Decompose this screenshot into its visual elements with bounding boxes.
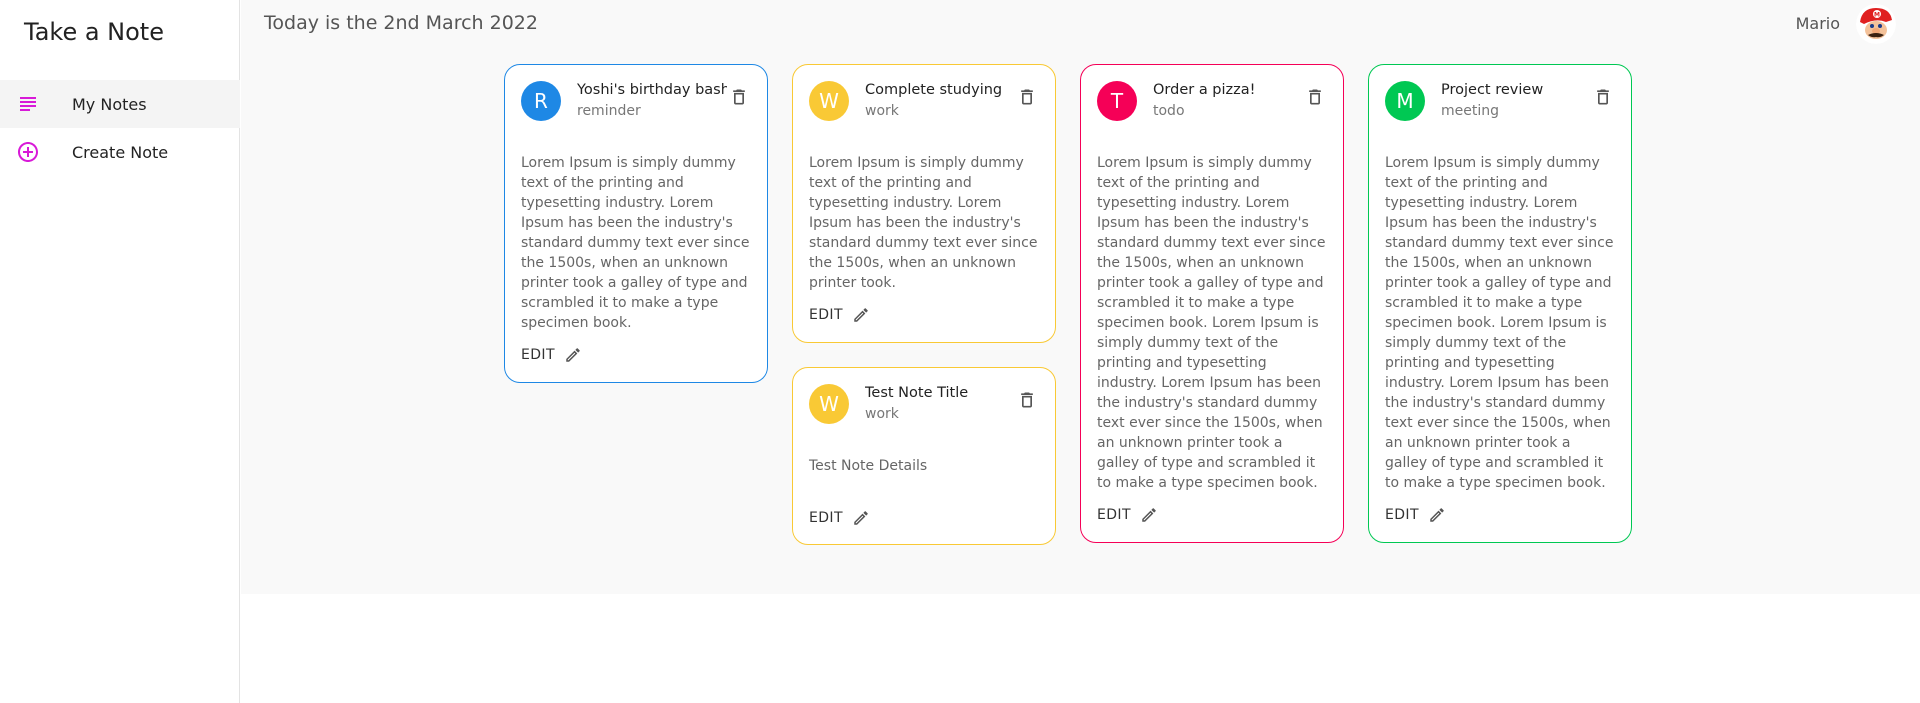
app-title: Take a Note: [24, 18, 164, 46]
note-card: M Project review meeting Lorem Ipsum is …: [1368, 64, 1632, 543]
sidebar-item-label: My Notes: [72, 94, 147, 114]
trash-icon: [1597, 89, 1609, 105]
delete-button[interactable]: [1591, 85, 1615, 109]
edit-label: EDIT: [1097, 507, 1131, 523]
trash-icon: [1021, 392, 1033, 408]
note-title: Complete studying: [865, 82, 1003, 98]
note-title: Yoshi's birthday bash: [577, 82, 727, 98]
edit-label: EDIT: [521, 347, 555, 363]
svg-text:M: M: [1874, 12, 1880, 19]
avatar[interactable]: M: [1856, 4, 1896, 44]
note-category: work: [865, 103, 899, 119]
edit-button[interactable]: EDIT: [1385, 503, 1447, 527]
edit-button[interactable]: EDIT: [1097, 503, 1159, 527]
sidebar: Take a Note My Notes Create Note: [0, 0, 240, 703]
username: Mario: [1795, 14, 1840, 33]
note-details: Lorem Ipsum is simply dummy text of the …: [1097, 155, 1326, 491]
note-avatar: W: [809, 81, 849, 121]
note-details: Test Note Details: [809, 458, 928, 474]
note-avatar: M: [1385, 81, 1425, 121]
note-avatar: T: [1097, 81, 1137, 121]
edit-button[interactable]: EDIT: [809, 303, 871, 327]
pencil-icon: [563, 345, 583, 365]
note-card: R Yoshi's birthday bash reminder Lorem I…: [504, 64, 768, 383]
note-card: W Complete studying work Lorem Ipsum is …: [792, 64, 1056, 343]
edit-label: EDIT: [809, 307, 843, 323]
main-footer-space: [241, 594, 1920, 703]
note-category: meeting: [1441, 103, 1500, 119]
sidebar-item-my-notes[interactable]: My Notes: [0, 80, 240, 128]
note-category: reminder: [577, 103, 641, 119]
sidebar-item-create-note[interactable]: Create Note: [0, 128, 240, 176]
delete-button[interactable]: [1015, 85, 1039, 109]
note-details: Lorem Ipsum is simply dummy text of the …: [521, 155, 750, 331]
note-avatar: W: [809, 384, 849, 424]
note-avatar: R: [521, 81, 561, 121]
subject-icon: [16, 92, 40, 116]
note-details: Lorem Ipsum is simply dummy text of the …: [809, 155, 1038, 291]
delete-button[interactable]: [727, 85, 751, 109]
pencil-icon: [851, 508, 871, 528]
edit-button[interactable]: EDIT: [521, 343, 583, 367]
user-avatar-icon: M: [1856, 4, 1896, 44]
sidebar-item-label: Create Note: [72, 142, 169, 162]
edit-label: EDIT: [809, 510, 843, 526]
date-heading: Today is the 2nd March 2022: [264, 12, 538, 34]
add-circle-icon: [16, 140, 40, 164]
note-title: Project review: [1441, 82, 1544, 98]
delete-button[interactable]: [1303, 85, 1327, 109]
note-title: Test Note Title: [865, 385, 969, 401]
pencil-icon: [851, 305, 871, 325]
trash-icon: [733, 89, 745, 105]
pencil-icon: [1139, 505, 1159, 525]
trash-icon: [1309, 89, 1321, 105]
note-title: Order a pizza!: [1153, 82, 1256, 98]
trash-icon: [1021, 89, 1033, 105]
pencil-icon: [1427, 505, 1447, 525]
note-category: work: [865, 406, 899, 422]
note-card: T Order a pizza! todo Lorem Ipsum is sim…: [1080, 64, 1344, 543]
note-details: Lorem Ipsum is simply dummy text of the …: [1385, 155, 1614, 491]
delete-button[interactable]: [1015, 388, 1039, 412]
note-card: W Test Note Title work Test Note Details…: [792, 367, 1056, 545]
edit-label: EDIT: [1385, 507, 1419, 523]
edit-button[interactable]: EDIT: [809, 506, 871, 530]
note-category: todo: [1153, 103, 1185, 119]
